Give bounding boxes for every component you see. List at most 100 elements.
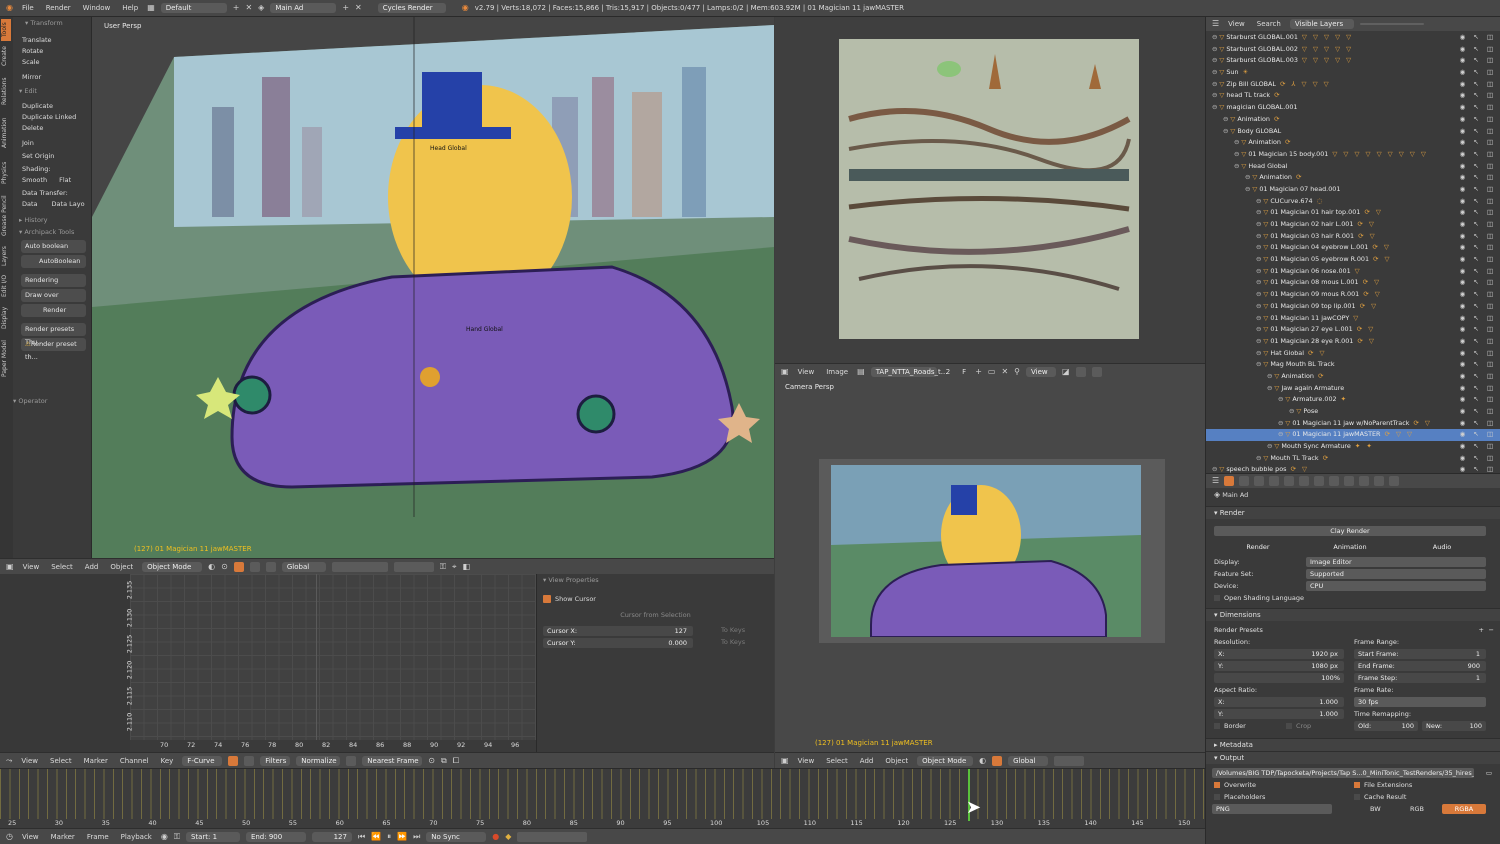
resolution-percentage-field[interactable]: 100%	[1214, 673, 1344, 683]
channel-alpha[interactable]	[1091, 366, 1102, 377]
autoboolean-button[interactable]: AutoBoolean	[21, 255, 86, 268]
next-key-icon[interactable]: ⏩	[397, 832, 407, 841]
section-archipack[interactable]: ▾ Archipack Tools	[13, 226, 92, 238]
menu-render[interactable]: Render	[43, 4, 74, 12]
outliner-row[interactable]: ⊖ ▽ Hat Global ⟳ ▽ ◉ ↖ ◫	[1206, 348, 1500, 360]
layout-icon[interactable]: ▦	[147, 4, 155, 12]
delete-button[interactable]: Delete	[13, 123, 92, 134]
visibility-icons[interactable]: ◉ ↖ ◫	[1460, 184, 1496, 196]
pivot-icon[interactable]: ⊙	[428, 756, 435, 765]
timeline-menu-view[interactable]: View	[19, 833, 42, 841]
menu-file[interactable]: File	[19, 4, 37, 12]
scene-icon[interactable]: ◈	[258, 4, 264, 12]
auto-boolean-button[interactable]: Auto boolean	[21, 240, 86, 253]
res-x-field[interactable]: X: 1920 px	[1214, 649, 1344, 659]
visibility-icons[interactable]: ◉ ↖ ◫	[1460, 324, 1496, 336]
outliner-row[interactable]: ⊖ ▽ 01 Magician 05 eyebrow R.001 ⟳ ▽ ◉ ↖ ◫	[1206, 254, 1500, 266]
outliner-row[interactable]: ⊖ ▽ 01 Magician 02 hair L.001 ⟳ ▽ ◉ ↖ ◫	[1206, 219, 1500, 231]
viewport-menu-object[interactable]: Object	[107, 563, 136, 571]
outliner-row[interactable]: ⊖ ▽ 01 Magician 11 jaw w/NoParentTrack ⟳ …	[1206, 418, 1500, 430]
section-history[interactable]: ▸ History	[13, 214, 92, 226]
camera-menu-add[interactable]: Add	[857, 757, 877, 765]
fake-user-toggle[interactable]: F	[959, 368, 969, 376]
outliner-row[interactable]: ⊖ ▽ Pose ◉ ↖ ◫	[1206, 406, 1500, 418]
translate-manipulator[interactable]	[249, 561, 260, 572]
outliner-row[interactable]: ⊖ ▽ CUCurve.674 ◌ ◉ ↖ ◫	[1206, 196, 1500, 208]
visibility-icons[interactable]: ◉ ↖ ◫	[1460, 149, 1496, 161]
material-tab[interactable]	[1344, 476, 1355, 486]
blender-logo-icon[interactable]: ◉	[6, 4, 13, 12]
visibility-icons[interactable]: ◉ ↖ ◫	[1460, 172, 1496, 184]
outliner-row[interactable]: ⊖ ▽ Starburst GLOBAL.003 ▽ ▽ ▽ ▽ ▽ ◉ ↖ ◫	[1206, 55, 1500, 67]
outliner-row[interactable]: ⊖ ▽ 01 Magician 27 eye L.001 ⟳ ▽ ◉ ↖ ◫	[1206, 324, 1500, 336]
graph-menu-select[interactable]: Select	[47, 757, 75, 765]
visibility-icons[interactable]: ◉ ↖ ◫	[1460, 453, 1496, 465]
snap-icon[interactable]: ⌖	[452, 562, 457, 571]
lock-range-icon[interactable]: ⚿	[174, 832, 180, 841]
render-animation-button[interactable]: Animation	[1306, 542, 1394, 552]
copy-icon[interactable]: ⧉	[441, 756, 447, 765]
visibility-icons[interactable]: ◉ ↖ ◫	[1460, 383, 1496, 395]
image-menu-view[interactable]: View	[795, 368, 818, 376]
tab-layers[interactable]: Layers	[1, 243, 11, 269]
duplicate-button[interactable]: Duplicate	[13, 101, 92, 112]
view-properties-header[interactable]: ▾ View Properties	[537, 574, 774, 586]
end-frame-prop-field[interactable]: End Frame: 900	[1354, 661, 1486, 671]
editor-type-icon[interactable]: ▣	[6, 562, 14, 571]
visibility-icons[interactable]: ◉ ↖ ◫	[1460, 394, 1496, 406]
set-origin-button[interactable]: Set Origin	[13, 151, 92, 162]
graph-editor-type-icon[interactable]: ⤳	[6, 756, 12, 765]
visibility-icons[interactable]: ◉ ↖ ◫	[1460, 266, 1496, 278]
visibility-icons[interactable]: ◉ ↖ ◫	[1460, 441, 1496, 453]
main-3d-viewport[interactable]: User Persp Head Global Hand Global (127)…	[92, 17, 774, 558]
add-layout-icon[interactable]: +	[233, 4, 240, 12]
aspect-y-field[interactable]: Y: 1.000	[1214, 709, 1344, 719]
lock-icon[interactable]: ⚿	[440, 562, 446, 571]
tab-physics[interactable]: Physics	[1, 157, 11, 189]
outliner-row[interactable]: ⊖ ▽ 01 Magician 04 eyebrow L.001 ⟳ ▽ ◉ ↖ ◫	[1206, 242, 1500, 254]
outliner[interactable]: ☰ View Search Visible Layers ⊖ ▽ Starbur…	[1205, 17, 1500, 473]
outliner-filter-select[interactable]: Visible Layers	[1289, 19, 1354, 29]
sync-mode-select[interactable]: No Sync	[426, 831, 487, 842]
mirror-button[interactable]: Mirror	[13, 72, 92, 83]
keying-set-field[interactable]	[517, 831, 588, 842]
channel-rgb[interactable]	[1075, 366, 1086, 377]
image-name-field[interactable]: TAP_NTTA_Roads_t...	[870, 366, 947, 377]
metadata-panel-header[interactable]: ▸ Metadata	[1206, 738, 1500, 751]
viewport-menu-select[interactable]: Select	[48, 563, 76, 571]
tab-grease-pencil[interactable]: Grease Pencil	[1, 193, 11, 239]
outliner-menu-search[interactable]: Search	[1254, 20, 1284, 28]
outliner-row[interactable]: ⊖ ▽ Zip Bill GLOBAL ⟳ ⅄ ▽ ▽ ▽ ◉ ↖ ◫	[1206, 79, 1500, 91]
modifiers-tab[interactable]	[1314, 476, 1325, 486]
tab-paper-model[interactable]: Paper Model	[1, 337, 11, 381]
orientation-select[interactable]: Global	[281, 561, 326, 572]
visibility-icons[interactable]: ◉ ↖ ◫	[1460, 44, 1496, 56]
file-extensions-checkbox[interactable]	[1354, 782, 1360, 788]
camera-orientation-select[interactable]: Global	[1008, 755, 1049, 766]
normalize-refresh[interactable]	[346, 755, 357, 766]
add-scene-icon[interactable]: +	[342, 4, 349, 12]
image-editor[interactable]	[775, 17, 1205, 363]
visibility-icons[interactable]: ◉ ↖ ◫	[1460, 67, 1496, 79]
tab-display[interactable]: Display	[1, 303, 11, 333]
camera-editor-type-icon[interactable]: ▣	[781, 756, 789, 765]
start-frame-prop-field[interactable]: Start Frame: 1	[1354, 649, 1486, 659]
border-checkbox[interactable]	[1214, 723, 1220, 729]
layer-buttons[interactable]	[331, 561, 388, 572]
layer-buttons-2[interactable]	[393, 561, 434, 572]
output-panel-header[interactable]: ▾ Output	[1206, 751, 1500, 764]
paste-icon[interactable]: ⧠	[453, 756, 459, 765]
translate-button[interactable]: Translate	[13, 35, 92, 46]
constraints-tab[interactable]	[1299, 476, 1310, 486]
visibility-icons[interactable]: ◉ ↖ ◫	[1460, 161, 1496, 173]
outliner-row[interactable]: ⊖ ▽ Starburst GLOBAL.002 ▽ ▽ ▽ ▽ ▽ ◉ ↖ ◫	[1206, 44, 1500, 56]
cache-result-checkbox[interactable]	[1354, 794, 1360, 800]
graph-menu-marker[interactable]: Marker	[81, 757, 111, 765]
show-cursor-checkbox[interactable]	[543, 595, 551, 603]
preview-range-icon[interactable]: ◉	[161, 832, 168, 841]
only-selected-toggle[interactable]	[228, 755, 239, 766]
shading-icon[interactable]: ◐	[208, 562, 215, 571]
graph-editor[interactable]: 2.135 2.130 2.125 2.120 2.115 2.110 70 7…	[0, 574, 536, 753]
time-old-field[interactable]: Old: 100	[1354, 721, 1418, 731]
visibility-icons[interactable]: ◉ ↖ ◫	[1460, 207, 1496, 219]
